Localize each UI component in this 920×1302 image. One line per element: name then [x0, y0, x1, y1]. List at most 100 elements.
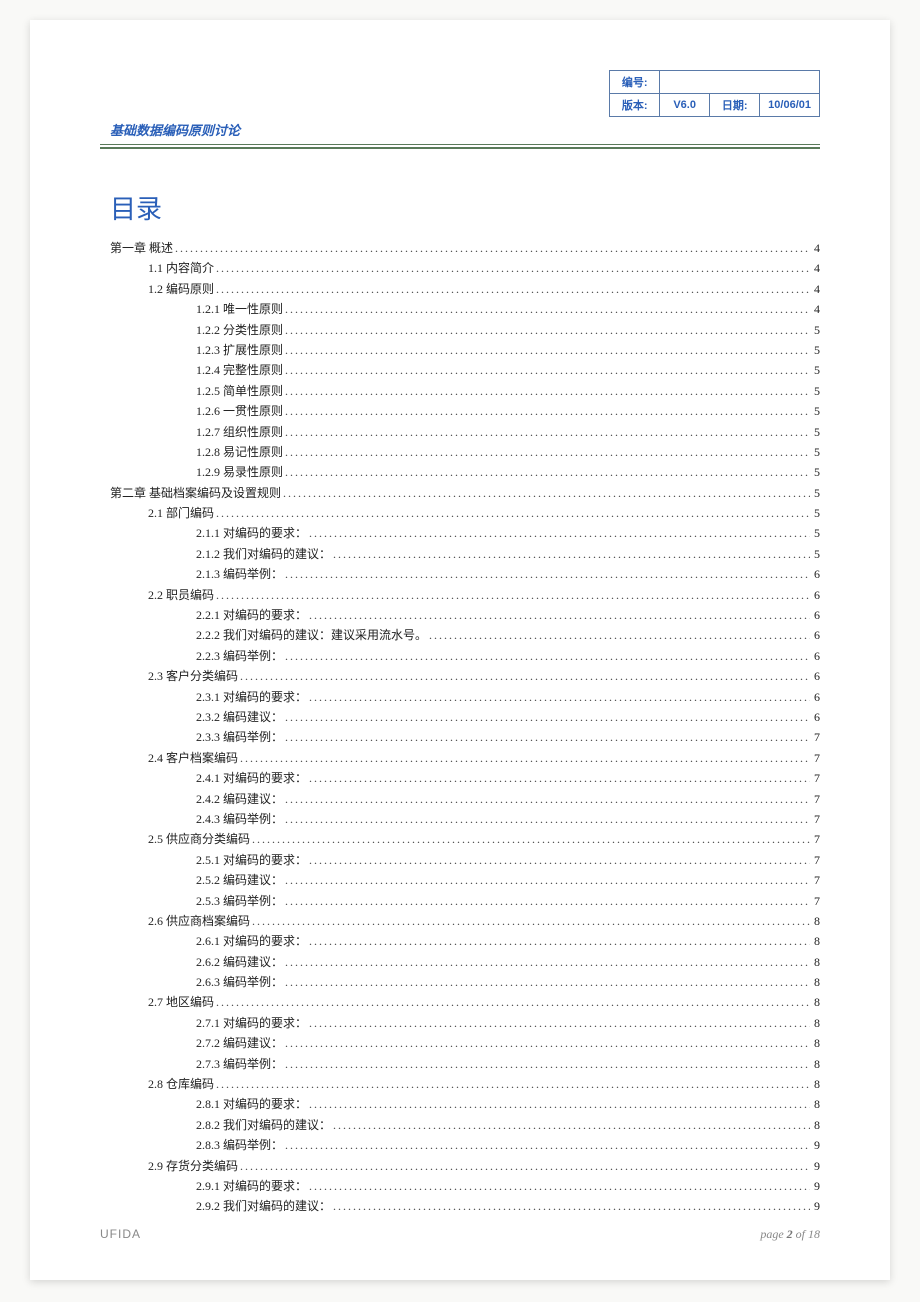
toc-entry[interactable]: 2.1.3 编码举例：6 — [100, 564, 820, 584]
toc-entry[interactable]: 1.2.4 完整性原则5 — [100, 360, 820, 380]
toc-entry[interactable]: 2.1 部门编码5 — [100, 503, 820, 523]
toc-entry[interactable]: 2.5.3 编码举例：7 — [100, 891, 820, 911]
toc-entry-page: 8 — [812, 992, 820, 1012]
toc-entry[interactable]: 1.2.2 分类性原则 5 — [100, 320, 820, 340]
toc-entry[interactable]: 第二章 基础档案编码及设置规则5 — [100, 483, 820, 503]
footer-page-prefix: page — [760, 1227, 786, 1241]
toc-entry-page: 8 — [812, 1033, 820, 1053]
toc-leader-dots — [285, 952, 810, 972]
toc-entry[interactable]: 2.6 供应商档案编码8 — [100, 911, 820, 931]
toc-entry-label: 1.2.4 完整性原则 — [196, 360, 283, 380]
toc-entry[interactable]: 2.7.3 编码举例：8 — [100, 1054, 820, 1074]
toc-entry-label: 2.9.1 对编码的要求： — [196, 1176, 307, 1196]
toc-leader-dots — [216, 258, 810, 278]
toc-entry-page: 8 — [812, 931, 820, 951]
toc-entry[interactable]: 第一章 概述4 — [100, 238, 820, 258]
toc-leader-dots — [240, 748, 810, 768]
document-header-inner: 基础数据编码原则讨论 — [100, 120, 820, 145]
toc-entry-label: 2.2 职员编码 — [148, 585, 214, 605]
footer-page-of: of — [793, 1227, 808, 1241]
toc-leader-dots — [285, 299, 810, 319]
toc-entry[interactable]: 2.7.1 对编码的要求：8 — [100, 1013, 820, 1033]
toc-entry[interactable]: 2.3 客户分类编码6 — [100, 666, 820, 686]
toc-entry[interactable]: 1.2.8 易记性原则5 — [100, 442, 820, 462]
toc-entry-page: 9 — [812, 1135, 820, 1155]
toc-entry[interactable]: 2.6.3 编码举例：8 — [100, 972, 820, 992]
toc-entry[interactable]: 2.7 地区编码8 — [100, 992, 820, 1012]
toc-entry[interactable]: 2.2.3 编码举例：6 — [100, 646, 820, 666]
toc-leader-dots — [285, 891, 810, 911]
toc-entry-page: 7 — [812, 891, 820, 911]
toc-entry[interactable]: 2.7.2 编码建议：8 — [100, 1033, 820, 1053]
toc-entry[interactable]: 2.5 供应商分类编码7 — [100, 829, 820, 849]
toc-leader-dots — [285, 381, 810, 401]
toc-leader-dots — [285, 727, 810, 747]
toc-leader-dots — [309, 1013, 810, 1033]
toc-entry[interactable]: 2.4.1 对编码的要求：7 — [100, 768, 820, 788]
toc-entry[interactable]: 2.2.1 对编码的要求：6 — [100, 605, 820, 625]
toc-leader-dots — [252, 911, 810, 931]
toc-leader-dots — [285, 870, 810, 890]
toc-entry[interactable]: 1.2.9 易录性原则5 — [100, 462, 820, 482]
toc-entry-label: 1.2 编码原则 — [148, 279, 214, 299]
toc-entry[interactable]: 1.2.5 简单性原则5 — [100, 381, 820, 401]
toc-entry[interactable]: 2.4.3 编码举例：7 — [100, 809, 820, 829]
page-footer: UFIDA page 2 of 18 — [100, 1227, 820, 1242]
toc-entry[interactable]: 2.5.1 对编码的要求：7 — [100, 850, 820, 870]
toc-entry[interactable]: 2.5.2 编码建议：7 — [100, 870, 820, 890]
toc-entry-page: 6 — [812, 564, 820, 584]
toc-entry[interactable]: 2.9 存货分类编码9 — [100, 1156, 820, 1176]
toc-entry[interactable]: 2.8.1 对编码的要求： 8 — [100, 1094, 820, 1114]
document-header: 基础数据编码原则讨论 — [100, 120, 820, 149]
toc-entry-label: 1.2.8 易记性原则 — [196, 442, 283, 462]
toc-entry-label: 2.4.3 编码举例： — [196, 809, 283, 829]
toc-entry[interactable]: 1.1 内容简介4 — [100, 258, 820, 278]
toc-entry[interactable]: 2.6.1 对编码的要求：8 — [100, 931, 820, 951]
toc-leader-dots — [216, 1074, 810, 1094]
toc-entry-label: 1.2.2 分类性原则 — [196, 320, 283, 340]
toc-entry-label: 2.6.2 编码建议： — [196, 952, 283, 972]
toc-entry-label: 2.8 仓库编码 — [148, 1074, 214, 1094]
toc-leader-dots — [309, 768, 810, 788]
toc-leader-dots — [309, 850, 810, 870]
toc-entry[interactable]: 2.9.2 我们对编码的建议：9 — [100, 1196, 820, 1216]
toc-entry-page: 5 — [812, 320, 820, 340]
toc-entry[interactable]: 2.1.1 对编码的要求：5 — [100, 523, 820, 543]
toc-entry[interactable]: 2.3.3 编码举例：7 — [100, 727, 820, 747]
toc-entry-page: 8 — [812, 1094, 820, 1114]
toc-entry[interactable]: 2.2 职员编码 6 — [100, 585, 820, 605]
meta-num-value — [660, 71, 820, 94]
toc-entry-label: 2.8.2 我们对编码的建议： — [196, 1115, 331, 1135]
toc-entry[interactable]: 2.8.2 我们对编码的建议：8 — [100, 1115, 820, 1135]
meta-version-label: 版本: — [610, 94, 660, 117]
toc-entry[interactable]: 2.9.1 对编码的要求：9 — [100, 1176, 820, 1196]
toc-leader-dots — [285, 442, 810, 462]
toc-entry-page: 6 — [812, 585, 820, 605]
meta-version-value: V6.0 — [660, 94, 710, 117]
toc-leader-dots — [240, 666, 810, 686]
toc-entry[interactable]: 2.2.2 我们对编码的建议：建议采用流水号。6 — [100, 625, 820, 645]
toc-entry[interactable]: 1.2.7 组织性原则5 — [100, 422, 820, 442]
toc-entry[interactable]: 2.4 客户档案编码7 — [100, 748, 820, 768]
toc-entry[interactable]: 2.1.2 我们对编码的建议：5 — [100, 544, 820, 564]
toc-entry-label: 2.8.1 对编码的要求： — [196, 1094, 307, 1114]
toc-entry[interactable]: 2.3.2 编码建议：6 — [100, 707, 820, 727]
toc-entry[interactable]: 2.8 仓库编码8 — [100, 1074, 820, 1094]
toc-entry[interactable]: 2.8.3 编码举例：9 — [100, 1135, 820, 1155]
toc-entry-page: 7 — [812, 870, 820, 890]
toc-entry[interactable]: 1.2.6 一贯性原则5 — [100, 401, 820, 421]
toc-entry[interactable]: 2.3.1 对编码的要求：6 — [100, 687, 820, 707]
toc-entry-label: 1.2.3 扩展性原则 — [196, 340, 283, 360]
toc-entry[interactable]: 1.2.1 唯一性原则4 — [100, 299, 820, 319]
toc-entry-page: 5 — [812, 544, 820, 564]
toc-entry[interactable]: 2.4.2 编码建议：7 — [100, 789, 820, 809]
toc-entry[interactable]: 1.2.3 扩展性原则5 — [100, 340, 820, 360]
toc-entry-label: 2.3.1 对编码的要求： — [196, 687, 307, 707]
toc-leader-dots — [285, 401, 810, 421]
toc-entry-page: 4 — [812, 299, 820, 319]
toc-entry[interactable]: 1.2 编码原则4 — [100, 279, 820, 299]
toc-entry[interactable]: 2.6.2 编码建议：8 — [100, 952, 820, 972]
toc-entry-page: 8 — [812, 1054, 820, 1074]
toc-entry-page: 8 — [812, 911, 820, 931]
toc-entry-label: 2.1.1 对编码的要求： — [196, 523, 307, 543]
